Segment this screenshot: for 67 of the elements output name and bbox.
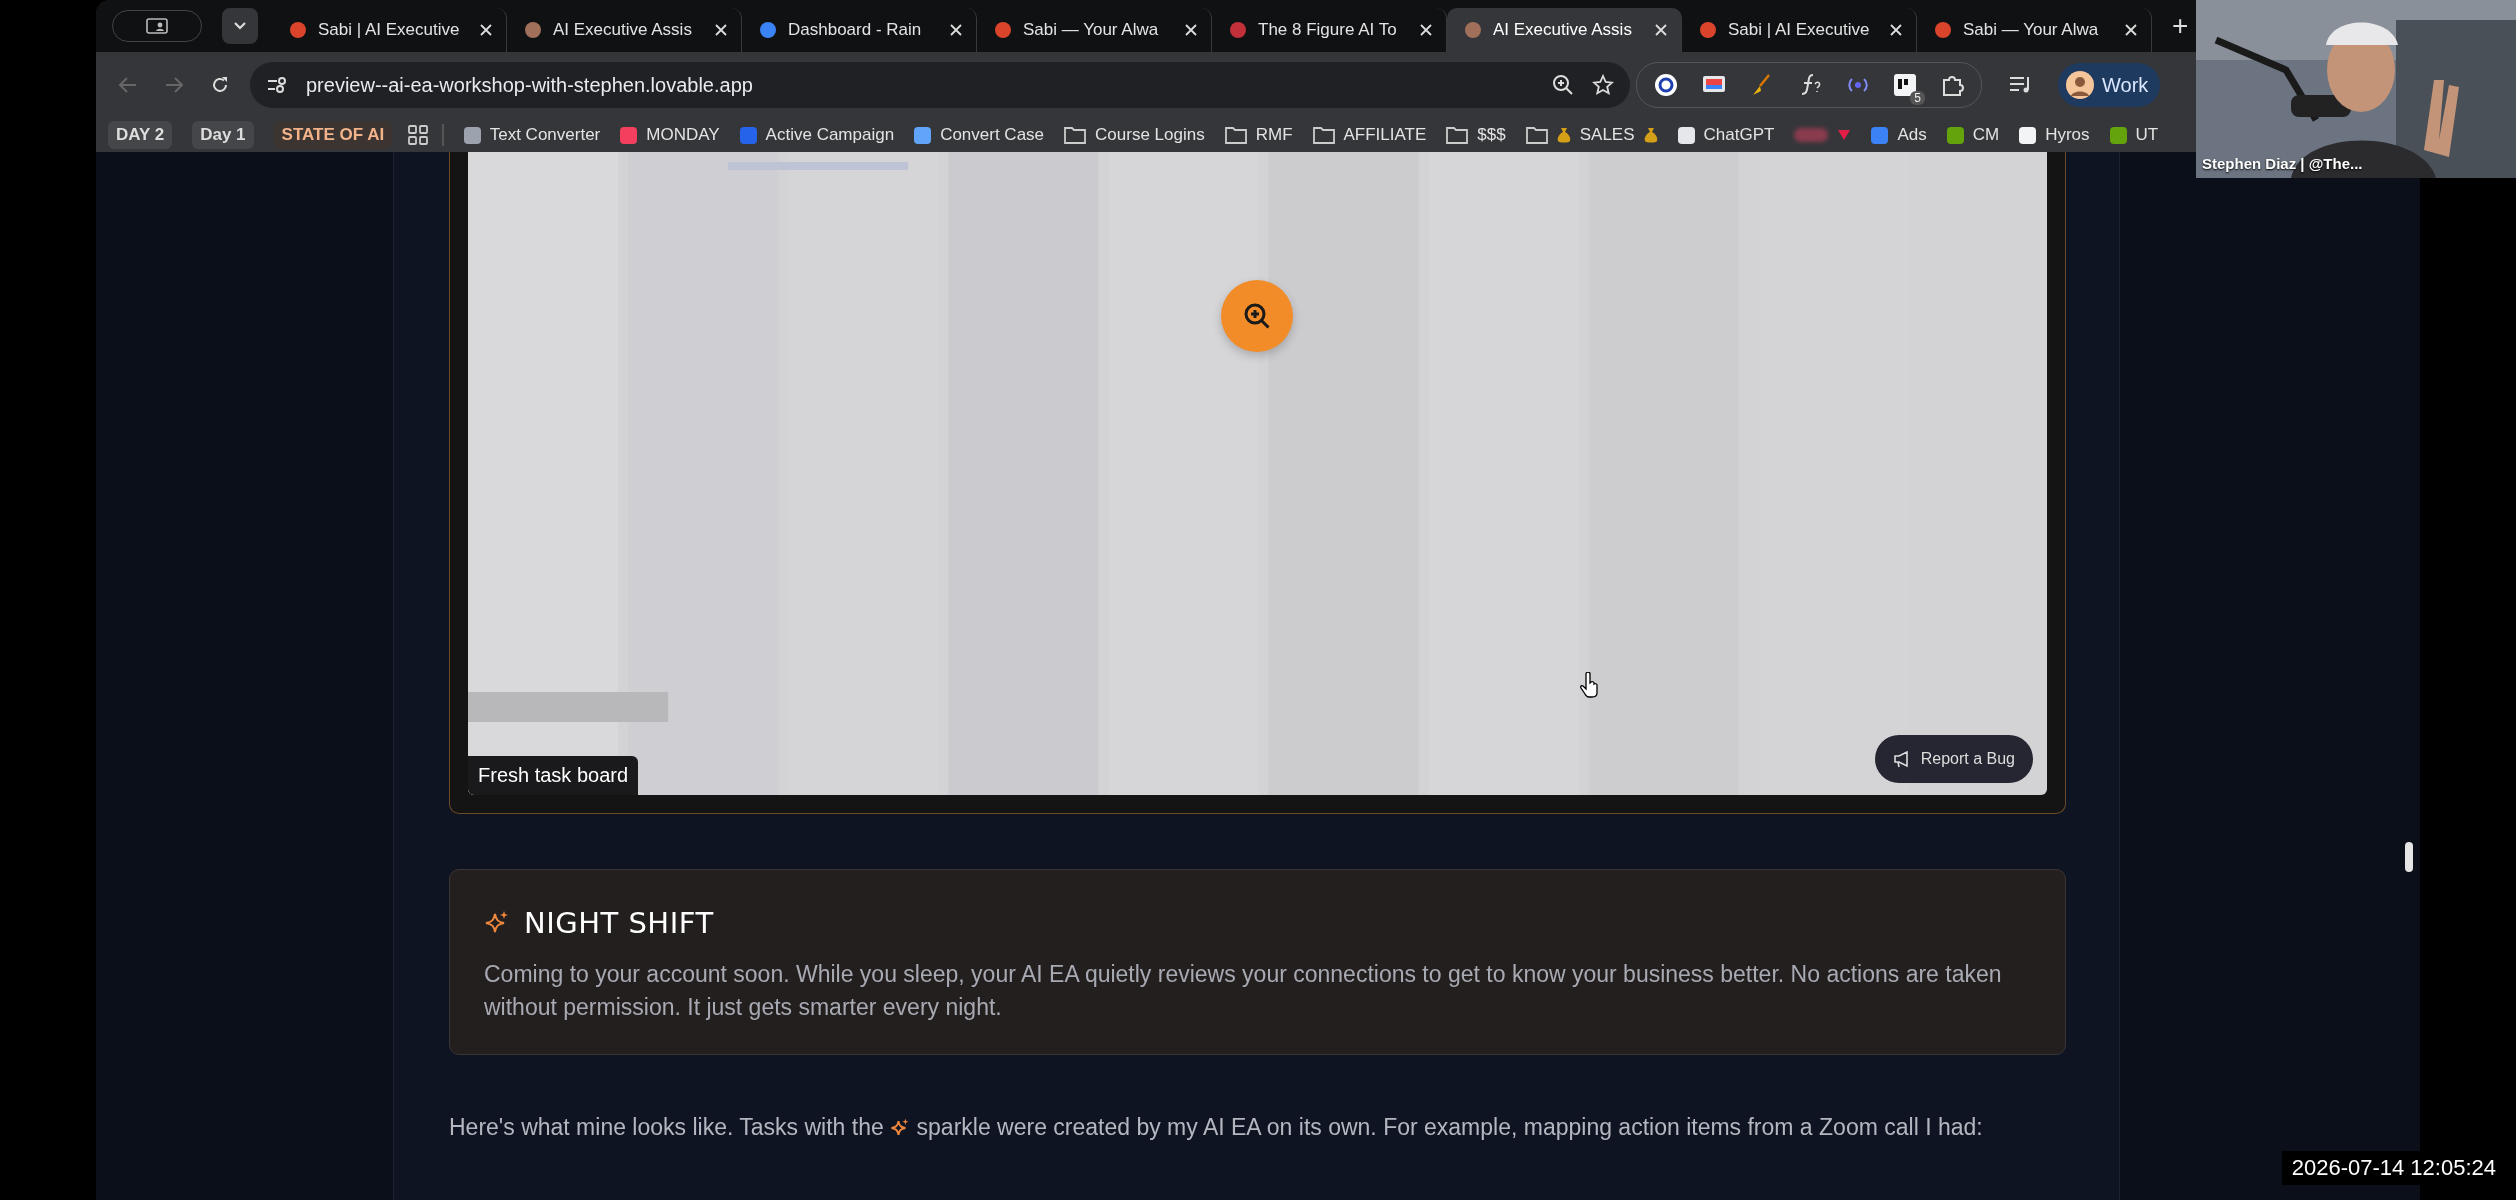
bookmark[interactable]: SALES: [1579, 125, 1635, 145]
folder-icon: [1224, 126, 1247, 144]
close-icon[interactable]: [715, 24, 727, 36]
bookmark[interactable]: RMF: [1255, 125, 1293, 145]
close-icon[interactable]: [480, 24, 492, 36]
avatar-icon: [2066, 71, 2094, 99]
folder-icon: [1446, 126, 1469, 144]
bookmark[interactable]: STATE OF AI: [273, 121, 393, 149]
chevron-down-icon: [233, 21, 247, 31]
close-icon[interactable]: [950, 24, 962, 36]
bookmark[interactable]: Hyros: [2045, 125, 2090, 145]
tab-title: AI Executive Assis: [553, 20, 693, 40]
bookmark[interactable]: MONDAY: [646, 125, 720, 145]
hand-cursor-icon: [1580, 672, 1600, 698]
folder-icon: [1064, 126, 1087, 144]
participant-name: Stephen Diaz | @The...: [2202, 155, 2363, 172]
money-bag-icon: [1556, 126, 1571, 144]
bookmark[interactable]: Day 1: [192, 121, 254, 149]
zoom-in-icon: [1242, 301, 1272, 331]
scrollbar-thumb[interactable]: [2405, 842, 2413, 872]
bookmark[interactable]: UT: [2135, 125, 2159, 145]
callout-title: NIGHT SHIFT: [524, 906, 714, 940]
bookmark[interactable]: Active Campaign: [765, 125, 895, 145]
extension-icon[interactable]: [1653, 72, 1679, 98]
tab-title: Sabi | AI Executive: [318, 20, 461, 40]
reload-icon[interactable]: [210, 75, 230, 95]
close-icon[interactable]: [1420, 24, 1432, 36]
tab-title: Sabi — Your Alwa: [1023, 20, 1160, 40]
address-bar[interactable]: preview--ai-ea-workshop-with-stephen.lovable.app: [250, 62, 1630, 108]
megaphone-icon: [1892, 750, 1911, 768]
tab-title: Sabi — Your Alwa: [1963, 20, 2100, 40]
triangle-icon: [1837, 129, 1852, 141]
close-icon[interactable]: [1890, 24, 1902, 36]
apps-icon[interactable]: [408, 125, 429, 145]
site-settings-icon[interactable]: [266, 75, 288, 95]
bookmark[interactable]: Ads: [1897, 125, 1927, 145]
tab-title: Dashboard - Rain: [788, 20, 923, 40]
tab-title: AI Executive Assis: [1493, 20, 1633, 40]
close-icon[interactable]: [2125, 24, 2137, 36]
extension-icon[interactable]: [1893, 73, 1917, 97]
money-bag-icon: [1643, 126, 1658, 144]
browser-tab[interactable]: AI Executive Assis: [1447, 8, 1682, 52]
new-tab-button[interactable]: +: [2164, 10, 2197, 42]
zoom-icon[interactable]: [1552, 74, 1574, 96]
report-bug-button[interactable]: Report a Bug: [1874, 735, 2033, 783]
window-icon: [146, 18, 168, 34]
bookmark[interactable]: Text Converter: [489, 125, 601, 145]
tab-title: Sabi | AI Executive: [1728, 20, 1871, 40]
bookmark[interactable]: ChatGPT: [1703, 125, 1775, 145]
paragraph: Here's what mine looks like. Tasks with the sparkle were created by my AI EA on its own. For example, mapping action items from a Zoom call I had:: [449, 1113, 1984, 1142]
close-icon[interactable]: [1655, 24, 1667, 36]
tab-title: The 8 Figure AI To: [1258, 20, 1398, 40]
count-badge: 5: [1910, 91, 1925, 105]
tab-list-button[interactable]: [222, 8, 258, 44]
bookmark[interactable]: CM: [1972, 125, 2000, 145]
bookmark[interactable]: AFFILIATE: [1343, 125, 1427, 145]
bookmark[interactable]: DAY 2: [108, 121, 173, 149]
bookmark[interactable]: Convert Case: [940, 125, 1045, 145]
star-icon[interactable]: [1592, 74, 1614, 96]
image-caption: Fresh task board: [468, 756, 639, 795]
bookmark[interactable]: Course Logins: [1095, 125, 1205, 145]
folder-icon: [1312, 126, 1335, 144]
profile-button[interactable]: Work: [2058, 63, 2161, 107]
bookmark[interactable]: $$$: [1477, 125, 1506, 145]
callout-text: Coming to your account soon. While you sleep, your AI EA quietly reviews your connections to get to know your business better. No actions are taken without permission. It just gets smarter every night.: [484, 960, 2003, 1022]
folder-icon: [1525, 126, 1548, 144]
close-icon[interactable]: [1185, 24, 1197, 36]
